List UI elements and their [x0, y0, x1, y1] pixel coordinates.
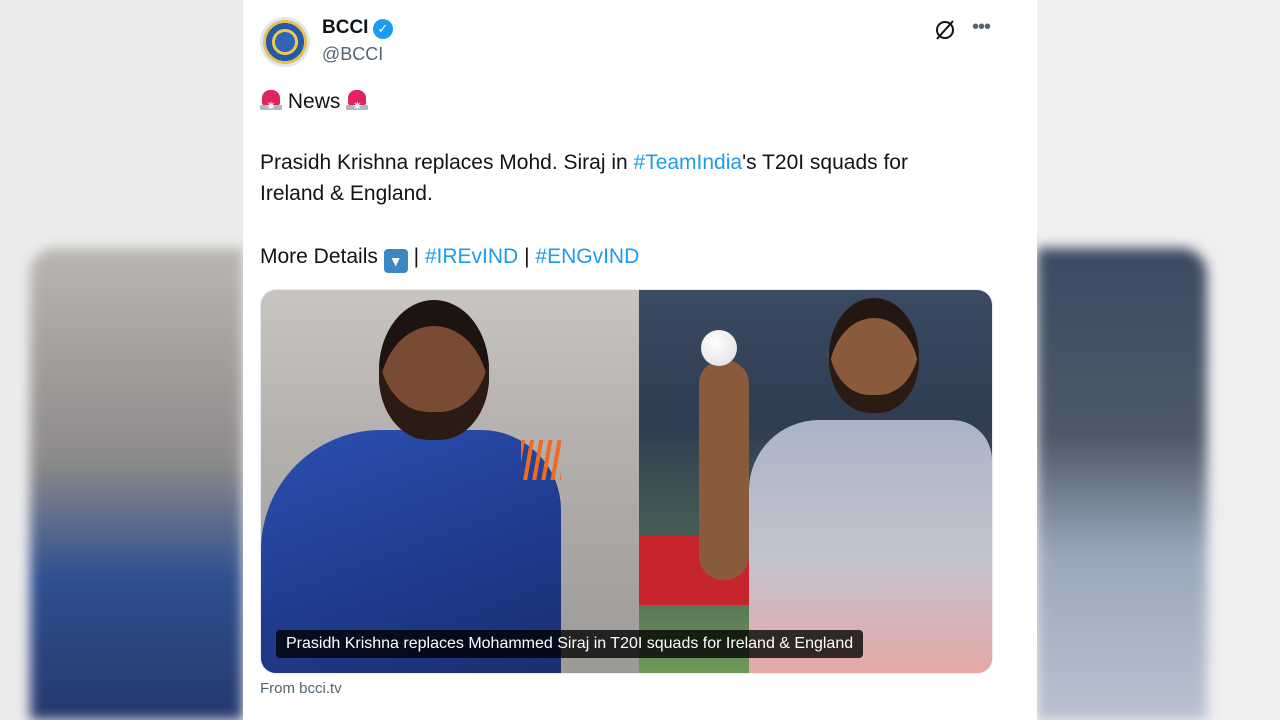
blurred-background-right-image: [1037, 248, 1207, 720]
link-source[interactable]: From bcci.tv: [260, 680, 342, 697]
tweet-line-details: More Details ▼ | #IREvIND | #ENGvIND: [260, 241, 639, 273]
hashtag-irevind[interactable]: #IREvIND: [425, 245, 518, 268]
cricket-ball: [701, 330, 737, 366]
news-label: News: [287, 90, 341, 113]
grok-icon[interactable]: [933, 18, 957, 42]
photo-siraj: [261, 290, 639, 673]
down-arrow-icon: ▼: [383, 249, 408, 273]
account-name[interactable]: BCCI: [322, 17, 368, 39]
account-handle[interactable]: @BCCI: [322, 44, 383, 65]
player-head-right: [829, 298, 919, 413]
tweet-text: 's T20I squads for: [742, 151, 908, 174]
more-options-icon[interactable]: •••: [969, 16, 993, 42]
photo-prasidh: [639, 290, 992, 673]
player-head-left: [379, 300, 489, 440]
verified-badge-icon: ✓: [373, 19, 393, 39]
tweet-card: BCCI ✓ @BCCI ••• ✷ News ✷ Prasidh Krishn…: [243, 0, 1037, 720]
hashtag-engvind[interactable]: #ENGvIND: [535, 245, 639, 268]
media-caption: Prasidh Krishna replaces Mohammed Siraj …: [276, 630, 864, 658]
more-details-text: More Details: [260, 245, 378, 268]
blurred-background-left-image: [30, 248, 243, 720]
tweet-line-body-2: Ireland & England.: [260, 182, 433, 205]
jersey-stripes: [521, 440, 561, 480]
hashtag-teamindia[interactable]: #TeamIndia: [634, 151, 743, 174]
siren-icon: ✷: [260, 87, 282, 113]
tweet-line-news: ✷ News ✷: [260, 86, 369, 118]
player-arm: [699, 360, 749, 580]
separator: |: [413, 245, 420, 268]
separator: |: [524, 245, 530, 268]
tweet-media[interactable]: Prasidh Krishna replaces Mohammed Siraj …: [260, 289, 993, 674]
tweet-text: Prasidh Krishna replaces Mohd. Siraj in: [260, 151, 634, 174]
tweet-line-body: Prasidh Krishna replaces Mohd. Siraj in …: [260, 147, 908, 179]
avatar[interactable]: [260, 17, 310, 67]
siren-icon: ✷: [346, 87, 369, 113]
